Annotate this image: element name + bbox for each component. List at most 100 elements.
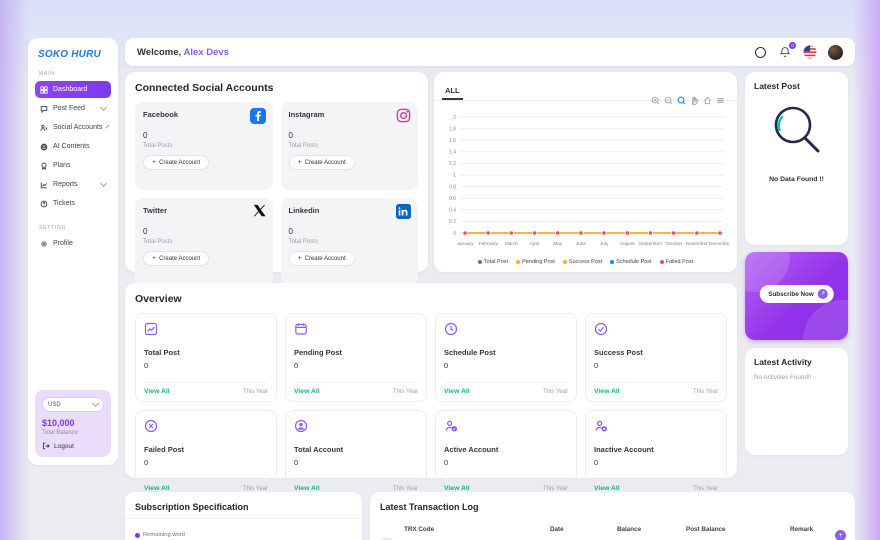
panel-title: Subscription Specification — [135, 502, 352, 512]
legend-item[interactable]: Schedule Post — [610, 259, 651, 265]
currency-value: USD — [48, 402, 61, 408]
legend-label: Remaining word — [143, 532, 185, 538]
sidebar-item-dashboard[interactable]: Dashboard — [35, 81, 111, 98]
svg-text:0: 0 — [453, 231, 456, 237]
view-all-link[interactable]: View All — [144, 388, 170, 395]
legend-item[interactable]: Total Post — [478, 259, 508, 265]
sidebar-item-tickets[interactable]: Tickets — [35, 195, 111, 212]
create-account-label: Create Account — [305, 256, 346, 262]
menu-icon[interactable] — [716, 96, 725, 105]
svg-text:October: October — [665, 241, 682, 247]
view-all-link[interactable]: View All — [294, 485, 320, 492]
social-name: Facebook — [143, 110, 265, 119]
chevron-down-icon — [106, 124, 110, 128]
overview-card-failed-post: Failed Post0View AllThis Year — [135, 410, 277, 499]
card-title: Pending Post — [294, 348, 418, 357]
tab-all[interactable]: ALL — [442, 86, 463, 100]
logout-button[interactable]: Logout — [42, 442, 104, 450]
sidebar-item-profile[interactable]: Profile — [35, 235, 111, 252]
divider — [125, 518, 362, 519]
create-account-button[interactable]: Create Account — [289, 251, 355, 266]
social-accounts-icon — [40, 124, 48, 132]
clock-icon — [444, 322, 568, 341]
transaction-detail-button[interactable] — [835, 530, 846, 540]
sidebar-item-label: Post Feed — [53, 105, 96, 112]
overview-card-success-post: Success Post0View AllThis Year — [585, 313, 727, 402]
balance-label: Total Balance — [42, 430, 104, 436]
panel-title: Latest Transaction Log — [380, 502, 845, 512]
sidebar-item-ai-contents[interactable]: AI Contents — [35, 138, 111, 155]
column-header: Post Balance — [686, 526, 790, 533]
svg-text:December: December — [709, 241, 729, 247]
sidebar-item-label: Social Accounts — [53, 124, 102, 131]
svg-text:November: November — [686, 241, 709, 247]
sidebar-item-plans[interactable]: Plans — [35, 157, 111, 174]
create-account-button[interactable]: Create Account — [143, 251, 209, 266]
card-title: Total Post — [144, 348, 268, 357]
panel-title: Overview — [135, 293, 727, 305]
social-tile-facebook: Facebook 0 Total Posts Create Account — [135, 102, 273, 190]
legend-item[interactable]: Success Post — [563, 259, 602, 265]
card-value: 0 — [294, 361, 418, 370]
tickets-icon — [40, 200, 48, 208]
legend-item[interactable]: Pending Post — [516, 259, 555, 265]
subscribe-now-button[interactable]: Subscribe Now — [759, 285, 834, 303]
currency-select[interactable]: USD — [42, 397, 104, 412]
svg-text:1: 1 — [453, 173, 456, 179]
card-value: 0 — [444, 361, 568, 370]
svg-text:1.6: 1.6 — [449, 138, 456, 144]
sidebar-item-social-accounts[interactable]: Social Accounts — [35, 119, 111, 136]
selection-zoom-icon[interactable] — [677, 96, 686, 105]
view-all-link[interactable]: View All — [594, 388, 620, 395]
posts-chart-panel: ALL 21.81.61.41.210.80.60.40.20JanuaryFe… — [434, 72, 737, 272]
zoom-in-icon[interactable] — [651, 96, 660, 105]
social-total: 0 — [143, 131, 265, 140]
create-account-button[interactable]: Create Account — [289, 155, 355, 170]
posts-line-chart[interactable]: 21.81.61.41.210.80.60.40.20JanuaryFebrua… — [442, 111, 729, 253]
period-label: This Year — [693, 486, 718, 492]
notification-badge: 0 — [789, 42, 796, 49]
social-name: Twitter — [143, 206, 265, 215]
panel-title: Latest Activity — [754, 357, 839, 367]
view-all-link[interactable]: View All — [444, 485, 470, 492]
legend-item[interactable]: Failed Post — [660, 259, 694, 265]
social-grid: Facebook 0 Total Posts Create Account In… — [135, 102, 418, 286]
top-header: Welcome, Alex Devs 0 — [125, 38, 855, 66]
gear-icon — [40, 240, 48, 248]
theme-toggle-icon[interactable] — [753, 45, 767, 59]
latest-post-panel: Latest Post No Data Found !! — [745, 72, 848, 245]
create-account-button[interactable]: Create Account — [143, 155, 209, 170]
sidebar-item-post-feed[interactable]: Post Feed — [35, 100, 111, 117]
sidebar-item-label: Plans — [53, 162, 106, 169]
overview-card-inactive-account: Inactive Account0View AllThis Year — [585, 410, 727, 499]
pan-icon[interactable] — [690, 96, 699, 105]
sidebar-item-label: Tickets — [53, 200, 106, 207]
view-all-link[interactable]: View All — [594, 485, 620, 492]
subscription-specification-panel: Subscription Specification Remaining wor… — [125, 492, 362, 540]
subscribe-label: Subscribe Now — [768, 291, 814, 298]
plans-icon — [40, 162, 48, 170]
svg-text:1.4: 1.4 — [449, 150, 456, 156]
svg-text:1.8: 1.8 — [449, 126, 456, 132]
card-value: 0 — [444, 458, 568, 467]
view-all-link[interactable]: View All — [294, 388, 320, 395]
overview-card-total-post: Total Post0View AllThis Year — [135, 313, 277, 402]
view-all-link[interactable]: View All — [444, 388, 470, 395]
welcome-text: Welcome, — [137, 47, 181, 58]
create-account-label: Create Account — [159, 160, 200, 166]
notifications-icon[interactable]: 0 — [778, 45, 792, 59]
chart-legend: Total Post Pending Post Success Post Schedu… — [442, 259, 729, 265]
column-header: Date — [550, 526, 617, 533]
card-value: 0 — [144, 458, 268, 467]
card-title: Active Account — [444, 445, 568, 454]
zoom-out-icon[interactable] — [664, 96, 673, 105]
app-logo: SOKO HURU — [38, 49, 111, 60]
home-icon[interactable] — [703, 96, 712, 105]
sidebar-item-reports[interactable]: Reports — [35, 176, 111, 193]
sidebar: SOKO HURU MAIN Dashboard Post Feed Socia… — [28, 38, 118, 465]
language-flag-icon[interactable] — [803, 45, 817, 59]
view-all-link[interactable]: View All — [144, 485, 170, 492]
svg-text:June: June — [576, 241, 587, 247]
profile-avatar[interactable] — [828, 45, 843, 60]
empty-state-text: No Activities Found!! — [754, 374, 839, 381]
